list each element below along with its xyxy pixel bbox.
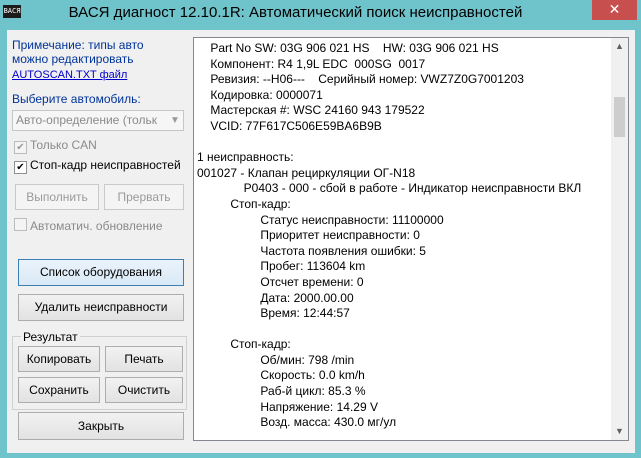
log-line: 1 неисправность:	[197, 150, 294, 165]
log-line: Стоп-кадр:	[197, 337, 291, 352]
title-bar[interactable]: ВАСЯ ВАСЯ диагност 12.10.1R: Автоматичес…	[0, 0, 641, 28]
log-line: Компонент: R4 1,9L EDC 000SG 0017	[197, 56, 426, 71]
close-window-button[interactable]: ✕	[592, 0, 637, 20]
log-line: Приоритет неисправности: 0	[197, 228, 420, 243]
log-line: Возд. масса: 430.0 мг/ул	[197, 415, 397, 430]
client-area: Примечание: типы авто можно редактировать…	[7, 30, 635, 453]
scan-results-textbox[interactable]: Part No SW: 03G 906 021 HS HW: 03G 906 0…	[193, 37, 629, 441]
log-line: Скорость: 0.0 km/h	[197, 368, 365, 383]
main-window: ВАСЯ ВАСЯ диагност 12.10.1R: Автоматичес…	[0, 0, 641, 458]
log-line: Время: 12:44:57	[197, 306, 350, 321]
clear-button[interactable]: Очистить	[105, 377, 183, 403]
log-line: VCID: 77F617C506E59BA6B9B	[197, 118, 382, 133]
scan-results-text: Part No SW: 03G 906 021 HS HW: 03G 906 0…	[197, 41, 581, 431]
result-group-label: Результат	[21, 330, 80, 344]
stop-button[interactable]: Прервать	[104, 184, 184, 210]
log-line: Отсчет времени: 0	[197, 274, 364, 289]
only-can-check-box[interactable]: ✔	[14, 141, 27, 154]
freeze-frame-label: Стоп-кадр неисправностей	[30, 158, 181, 172]
save-button[interactable]: Сохранить	[18, 377, 100, 403]
copy-button[interactable]: Копировать	[18, 346, 100, 372]
only-can-label: Только CAN	[30, 138, 97, 152]
delete-faults-button[interactable]: Удалить неисправности	[18, 294, 184, 321]
select-car-label: Выберите автомобиль:	[12, 92, 141, 106]
scroll-up-icon[interactable]: ▲	[611, 38, 628, 55]
log-line: Мастерская #: WSC 24160 943 179522	[197, 103, 425, 118]
run-button[interactable]: Выполнить	[15, 184, 99, 210]
log-line: 001027 - Клапан рециркуляции ОГ-N18	[197, 165, 416, 180]
autoscan-file-link[interactable]: AUTOSCAN.TXT файл	[12, 69, 127, 81]
log-line: Part No SW: 03G 906 021 HS HW: 03G 906 0…	[197, 41, 499, 55]
freeze-frame-checkbox[interactable]: ✔ Стоп-кадр неисправностей	[14, 158, 181, 174]
log-line: Напряжение: 14.29 V	[197, 399, 378, 414]
scroll-thumb[interactable]	[614, 97, 625, 137]
log-line: Статус неисправности: 11100000	[197, 212, 444, 227]
auto-refresh-label: Автоматич. обновление	[30, 219, 163, 233]
car-select-value: Авто-определение (тольк	[16, 113, 157, 127]
log-line: Пробег: 113604 km	[197, 259, 366, 274]
log-line: Кодировка: 0000071	[197, 87, 323, 102]
log-line: Ревизия: --H06--- Серийный номер: VWZ7Z0…	[197, 72, 524, 87]
log-line: P0403 - 000 - сбой в работе - Индикатор …	[197, 181, 582, 196]
auto-refresh-check-box[interactable]	[14, 218, 27, 231]
auto-refresh-checkbox[interactable]: Автоматич. обновление	[14, 218, 163, 233]
scroll-down-icon[interactable]: ▼	[611, 423, 628, 440]
log-line: Раб-й цикл: 85.3 %	[197, 384, 366, 399]
note-line: можно редактировать	[12, 52, 134, 66]
log-line: Стоп-кадр:	[197, 196, 291, 211]
log-line: Дата: 2000.00.00	[197, 290, 354, 305]
note-text: Примечание: типы авто можно редактировать	[12, 38, 144, 66]
print-button[interactable]: Печать	[105, 346, 183, 372]
log-line: Частота появления ошибки: 5	[197, 243, 426, 258]
note-line: Примечание: типы авто	[12, 38, 144, 52]
equipment-list-button[interactable]: Список оборудования	[18, 259, 184, 286]
chevron-down-icon[interactable]: ▼	[167, 111, 183, 130]
freeze-frame-check-box[interactable]: ✔	[14, 161, 27, 174]
vertical-scrollbar[interactable]: ▲ ▼	[611, 38, 628, 440]
only-can-checkbox[interactable]: ✔ Только CAN	[14, 138, 97, 154]
close-icon: ✕	[608, 2, 621, 18]
window-title: ВАСЯ диагност 12.10.1R: Автоматический п…	[68, 4, 523, 21]
log-line: Об/мин: 798 /min	[197, 352, 355, 367]
close-button[interactable]: Закрыть	[18, 412, 184, 440]
car-select-combobox[interactable]: Авто-определение (тольк ▼	[12, 110, 184, 131]
